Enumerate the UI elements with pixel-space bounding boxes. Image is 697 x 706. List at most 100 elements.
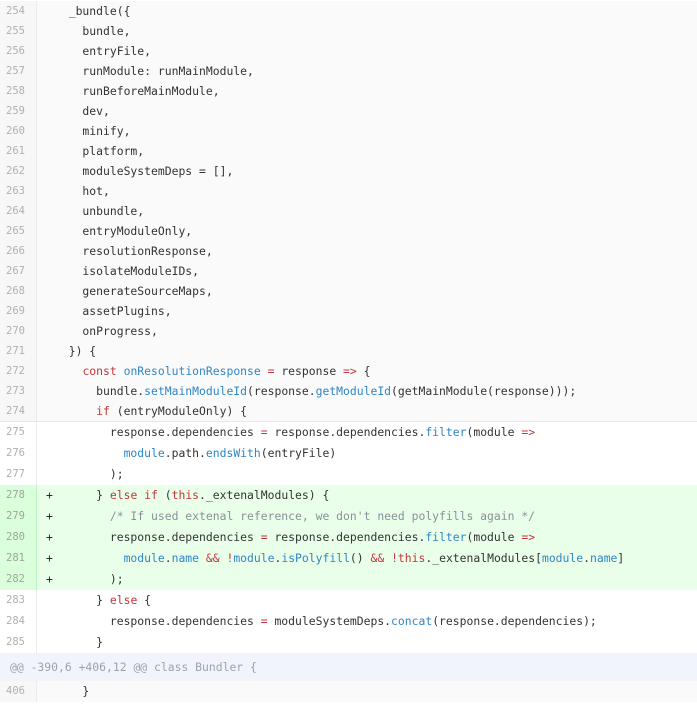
- code-line: } else {: [55, 593, 152, 607]
- diff-line: 268 generateSourceMaps,: [0, 281, 697, 301]
- line-number: 255: [0, 21, 37, 41]
- line-number: 281: [0, 548, 37, 569]
- line-number: 267: [0, 261, 37, 281]
- code-line: isolateModuleIDs,: [55, 264, 200, 278]
- line-number: 259: [0, 101, 37, 121]
- diff-line: 406 }: [0, 681, 697, 702]
- line-number: 263: [0, 181, 37, 201]
- diff-line: 261 platform,: [0, 141, 697, 161]
- code-line: module.path.endsWith(entryFile): [123, 446, 337, 460]
- code-line: _bundle({: [55, 4, 131, 18]
- line-number: 264: [0, 201, 37, 221]
- line-number: 285: [0, 632, 37, 653]
- diff-line: 259 dev,: [0, 101, 697, 121]
- diff-line: 284 response.dependencies = moduleSystem…: [0, 611, 697, 632]
- code-line: dev,: [55, 104, 110, 118]
- hunk-header[interactable]: @@ -390,6 +406,12 @@ class Bundler {: [0, 653, 697, 681]
- code-line: resolutionResponse,: [55, 244, 213, 258]
- diff-line: 269 assetPlugins,: [0, 301, 697, 321]
- diff-line: 283 } else {: [0, 590, 697, 611]
- code-line: } else if (this._extenalModules) {: [55, 488, 330, 502]
- code-line: response.dependencies = response.depende…: [55, 425, 536, 439]
- code-line: onProgress,: [55, 324, 158, 338]
- diff-line: 257 runModule: runMainModule,: [0, 61, 697, 81]
- line-number: 279: [0, 506, 37, 527]
- line-number: 270: [0, 321, 37, 341]
- line-number: 261: [0, 141, 37, 161]
- diff-view: 254 _bundle({ 255 bundle, 256 entryFile,…: [0, 1, 697, 702]
- diff-line-added: 280 + response.dependencies = response.d…: [0, 527, 697, 548]
- diff-line: 263 hot,: [0, 181, 697, 201]
- code-line: unbundle,: [55, 204, 145, 218]
- diff-line: 258 runBeforeMainModule,: [0, 81, 697, 101]
- diff-line: 265 entryModuleOnly,: [0, 221, 697, 241]
- code-line: );: [55, 467, 124, 481]
- line-number: 266: [0, 241, 37, 261]
- diff-line: 271 }) {: [0, 341, 697, 361]
- diff-line: 270 onProgress,: [0, 321, 697, 341]
- line-number: 282: [0, 569, 37, 590]
- line-number: 268: [0, 281, 37, 301]
- line-number: 256: [0, 41, 37, 61]
- line-number: 275: [0, 422, 37, 443]
- line-number: 272: [0, 361, 37, 381]
- diff-line: 254 _bundle({: [0, 1, 697, 21]
- code-line: runModule: runMainModule,: [55, 64, 254, 78]
- code-line: generateSourceMaps,: [55, 284, 213, 298]
- diff-line: 274 if (entryModuleOnly) {: [0, 401, 697, 421]
- hunk-header-text: @@ -390,6 +406,12 @@ class Bundler {: [10, 660, 257, 674]
- diff-line-added: 282 + );: [0, 569, 697, 590]
- code-line: entryFile,: [55, 44, 152, 58]
- line-number: 276: [0, 443, 37, 464]
- line-number: 278: [0, 485, 37, 506]
- code-line: if (entryModuleOnly) {: [96, 404, 248, 418]
- code-line: bundle.setMainModuleId(response.getModul…: [55, 384, 577, 398]
- line-number: 284: [0, 611, 37, 632]
- line-number: 269: [0, 301, 37, 321]
- diff-line: 255 bundle,: [0, 21, 697, 41]
- code-line: bundle,: [55, 24, 131, 38]
- code-line: /* If used extenal reference, we don't n…: [55, 509, 536, 523]
- diff-line: 262 moduleSystemDeps = [],: [0, 161, 697, 181]
- line-number: 283: [0, 590, 37, 611]
- code-line: minify,: [55, 124, 131, 138]
- diff-line: 273 bundle.setMainModuleId(response.getM…: [0, 381, 697, 401]
- line-number: 258: [0, 81, 37, 101]
- diff-line: 266 resolutionResponse,: [0, 241, 697, 261]
- code-line: platform,: [55, 144, 145, 158]
- line-number: 277: [0, 464, 37, 485]
- code-line: moduleSystemDeps = [],: [55, 164, 234, 178]
- line-number: 262: [0, 161, 37, 181]
- line-number: 257: [0, 61, 37, 81]
- diff-line: 260 minify,: [0, 121, 697, 141]
- add-sign: +: [46, 530, 53, 544]
- code-line: }: [55, 684, 90, 698]
- code-line: assetPlugins,: [55, 304, 172, 318]
- code-line: response.dependencies = response.depende…: [55, 530, 536, 544]
- diff-line: 272 const onResolutionResponse = respons…: [0, 361, 697, 381]
- diff-line: 267 isolateModuleIDs,: [0, 261, 697, 281]
- line-number: 280: [0, 527, 37, 548]
- code-line: response.dependencies = moduleSystemDeps…: [55, 614, 597, 628]
- code-line: runBeforeMainModule,: [55, 84, 220, 98]
- line-number: 273: [0, 381, 37, 401]
- line-number: 254: [0, 1, 37, 21]
- diff-line-added: 278 + } else if (this._extenalModules) {: [0, 485, 697, 506]
- line-number: 406: [0, 681, 37, 702]
- code-line: const onResolutionResponse = response =>…: [82, 364, 371, 378]
- diff-line: 285 }: [0, 632, 697, 653]
- line-number: 271: [0, 341, 37, 361]
- code-line: module.name && !module.isPolyfill() && !…: [123, 551, 625, 565]
- add-sign: +: [46, 488, 53, 502]
- add-sign: +: [46, 509, 53, 523]
- line-number: 260: [0, 121, 37, 141]
- diff-line: 256 entryFile,: [0, 41, 697, 61]
- diff-line: 276 module.path.endsWith(entryFile): [0, 443, 697, 464]
- diff-line: 277 );: [0, 464, 697, 485]
- code-line: entryModuleOnly,: [55, 224, 193, 238]
- diff-line: 264 unbundle,: [0, 201, 697, 221]
- code-line: );: [55, 572, 124, 586]
- code-line: }: [55, 635, 104, 649]
- code-line: hot,: [55, 184, 110, 198]
- line-number: 265: [0, 221, 37, 241]
